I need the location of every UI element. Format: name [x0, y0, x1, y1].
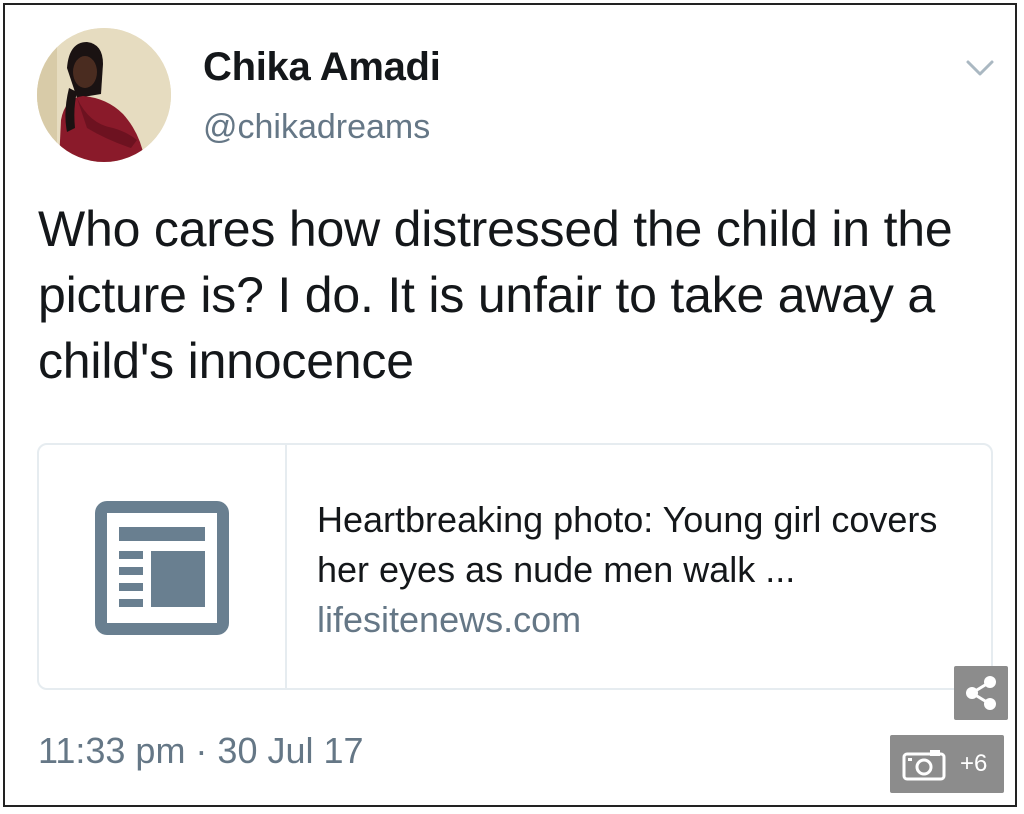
share-button[interactable] — [954, 666, 1008, 720]
tweet-text: Who cares how distressed the child in th… — [38, 201, 953, 389]
photo-gallery-button[interactable]: +6 — [890, 735, 1004, 793]
share-icon — [966, 676, 996, 710]
avatar-photo — [37, 28, 171, 162]
card-title[interactable]: Heartbreaking photo: Young girl covers h… — [317, 495, 967, 595]
gallery-count: +6 — [960, 750, 988, 777]
newspaper-icon — [95, 501, 229, 635]
tweet-timestamp[interactable]: 11:33 pm · 30 Jul 17 — [38, 730, 364, 772]
chevron-down-icon[interactable] — [962, 54, 998, 82]
card-thumbnail — [39, 445, 287, 688]
card-domain[interactable]: lifesitenews.com — [317, 599, 581, 641]
link-card[interactable]: Heartbreaking photo: Young girl covers h… — [37, 443, 993, 690]
author-name[interactable]: Chika Amadi — [203, 45, 441, 90]
camera-icon — [902, 750, 946, 781]
author-handle[interactable]: @chikadreams — [203, 108, 430, 147]
avatar[interactable] — [37, 28, 171, 162]
